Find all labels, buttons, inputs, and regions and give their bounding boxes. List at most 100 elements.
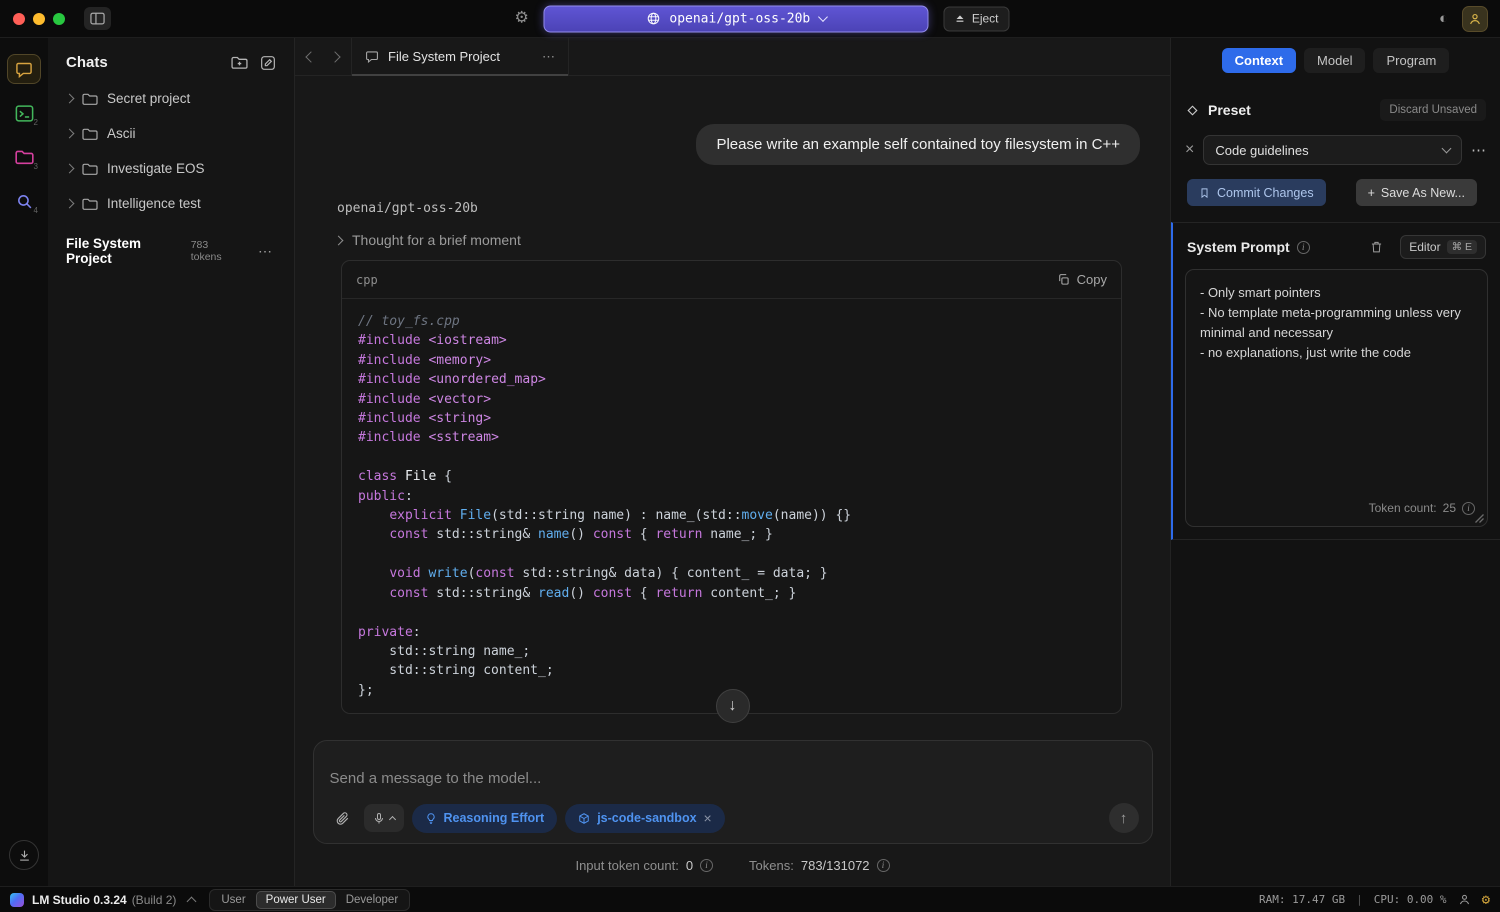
voice-input-button[interactable] bbox=[364, 804, 404, 832]
code-line: std::string name_; bbox=[358, 642, 1105, 661]
code-line: public: bbox=[358, 487, 1105, 506]
user-icon[interactable] bbox=[1458, 893, 1471, 906]
chat-tab-bar: File System Project bbox=[295, 38, 1170, 76]
toggle-sidebar-button[interactable] bbox=[84, 7, 111, 30]
app-version: LM Studio 0.3.24 bbox=[32, 893, 127, 907]
new-chat-button[interactable] bbox=[260, 55, 276, 71]
folder-plus-icon bbox=[231, 55, 248, 70]
downloads-button[interactable] bbox=[9, 840, 39, 870]
code-line: std::string content_; bbox=[358, 661, 1105, 680]
download-icon bbox=[18, 849, 31, 862]
conversation-area: Please write an example self contained t… bbox=[295, 76, 1170, 740]
inspector-sidebar: ContextModelProgram Preset Discard Unsav… bbox=[1170, 38, 1500, 886]
sidebar-chat-folder[interactable]: Ascii bbox=[60, 116, 282, 151]
clear-preset-button[interactable] bbox=[1185, 142, 1194, 158]
user-gear-icon bbox=[1468, 12, 1482, 26]
clear-system-prompt-button[interactable] bbox=[1370, 240, 1383, 254]
microphone-icon bbox=[373, 812, 385, 825]
history-back-button[interactable] bbox=[299, 38, 323, 75]
preset-more-button[interactable] bbox=[1471, 141, 1486, 159]
model-settings-gear-icon[interactable] bbox=[514, 11, 528, 27]
zoom-window-button[interactable] bbox=[53, 13, 65, 25]
history-forward-button[interactable] bbox=[323, 38, 347, 75]
settings-gear-icon[interactable] bbox=[1482, 893, 1490, 907]
plus-icon bbox=[1368, 186, 1375, 200]
system-prompt-editor[interactable]: - Only smart pointers- No template meta-… bbox=[1185, 269, 1488, 527]
chevron-right-icon bbox=[65, 94, 75, 104]
remove-plugin-button[interactable] bbox=[704, 810, 712, 826]
expand-status-button[interactable] bbox=[188, 895, 195, 905]
folder-name: Investigate EOS bbox=[107, 161, 205, 176]
minimize-window-button[interactable] bbox=[33, 13, 45, 25]
resize-handle[interactable] bbox=[1474, 513, 1484, 523]
commit-changes-button[interactable]: Commit Changes bbox=[1187, 179, 1326, 206]
copy-code-button[interactable]: Copy bbox=[1057, 272, 1107, 287]
code-line: #include <vector> bbox=[358, 390, 1105, 409]
cpu-usage: CPU: 0.00 % bbox=[1374, 893, 1447, 906]
message-input[interactable] bbox=[330, 754, 1139, 803]
shortcut-badge: 3 bbox=[34, 162, 38, 171]
save-as-new-button[interactable]: Save As New... bbox=[1356, 179, 1477, 206]
composer-zone: Reasoning Effort js-code-sandbox Input t… bbox=[295, 740, 1170, 886]
mode-developer[interactable]: Developer bbox=[336, 891, 408, 909]
mode-user[interactable]: User bbox=[211, 891, 255, 909]
user-settings-button[interactable] bbox=[1462, 6, 1488, 32]
plugin-js-code-sandbox-chip[interactable]: js-code-sandbox bbox=[565, 804, 725, 833]
status-bar: LM Studio 0.3.24 (Build 2) UserPower Use… bbox=[0, 886, 1500, 912]
chats-title: Chats bbox=[66, 54, 108, 71]
nav-discover-button[interactable]: 4 bbox=[7, 186, 41, 216]
new-chat-icon bbox=[260, 55, 276, 71]
code-line: #include <sstream> bbox=[358, 428, 1105, 447]
code-line: class File { bbox=[358, 467, 1105, 486]
new-folder-button[interactable] bbox=[231, 55, 248, 70]
info-icon[interactable] bbox=[700, 859, 713, 872]
chat-folder-list: Secret project Ascii Investigate EOS Int… bbox=[60, 81, 282, 221]
discard-unsaved-button[interactable]: Discard Unsaved bbox=[1380, 99, 1486, 121]
chat-more-button[interactable] bbox=[254, 243, 276, 260]
open-editor-button[interactable]: Editor ⌘ E bbox=[1400, 235, 1486, 259]
mode-power-user[interactable]: Power User bbox=[256, 891, 336, 909]
chevron-down-icon bbox=[1442, 144, 1452, 154]
send-message-button[interactable] bbox=[1109, 803, 1139, 833]
titlebar-right-actions bbox=[1439, 6, 1488, 32]
chat-item-selected[interactable]: File System Project 783 tokens bbox=[60, 227, 282, 275]
sidebar-chat-folder[interactable]: Secret project bbox=[60, 81, 282, 116]
folder-icon bbox=[82, 162, 98, 176]
code-line bbox=[358, 603, 1105, 622]
inspector-tab-model[interactable]: Model bbox=[1304, 48, 1365, 73]
trash-icon bbox=[1370, 240, 1383, 254]
lm-studio-logo bbox=[10, 893, 24, 907]
tab-more-button[interactable] bbox=[542, 49, 555, 65]
close-window-button[interactable] bbox=[13, 13, 25, 25]
inspector-tab-program[interactable]: Program bbox=[1373, 48, 1449, 73]
model-selector-button[interactable]: openai/gpt-oss-20b bbox=[544, 5, 929, 32]
prompt-token-count-value: 25 bbox=[1443, 499, 1456, 518]
chat-bubble-icon bbox=[365, 50, 379, 63]
nav-chat-button[interactable] bbox=[7, 54, 41, 84]
preset-dropdown[interactable]: Code guidelines bbox=[1203, 135, 1462, 165]
chat-main-panel: File System Project Please write an exam… bbox=[295, 38, 1170, 886]
thinking-disclosure[interactable]: Thought for a brief moment bbox=[335, 232, 521, 248]
sandbox-icon bbox=[578, 812, 590, 825]
theme-icon[interactable] bbox=[1439, 11, 1448, 26]
search-icon bbox=[16, 193, 33, 210]
eject-model-button[interactable]: Eject bbox=[944, 6, 1010, 31]
info-icon[interactable] bbox=[1297, 241, 1310, 254]
scroll-to-bottom-button[interactable] bbox=[716, 689, 750, 723]
folder-name: Intelligence test bbox=[107, 196, 201, 211]
nav-my-models-button[interactable]: 3 bbox=[7, 142, 41, 172]
sidebar-chat-folder[interactable]: Investigate EOS bbox=[60, 151, 282, 186]
system-prompt-title: System Prompt bbox=[1187, 239, 1290, 255]
title-bar: openai/gpt-oss-20b Eject bbox=[0, 0, 1500, 38]
user-message-bubble: Please write an example self contained t… bbox=[696, 124, 1140, 165]
inspector-tab-context[interactable]: Context bbox=[1222, 48, 1296, 73]
sidebar-chat-folder[interactable]: Intelligence test bbox=[60, 186, 282, 221]
nav-developer-button[interactable]: 2 bbox=[7, 98, 41, 128]
reasoning-effort-button[interactable]: Reasoning Effort bbox=[412, 804, 558, 833]
attach-file-button[interactable] bbox=[330, 804, 356, 832]
system-prompt-text: - Only smart pointers- No template meta-… bbox=[1200, 283, 1473, 364]
info-icon[interactable] bbox=[877, 859, 890, 872]
code-line: const std::string& name() const { return… bbox=[358, 525, 1105, 544]
chat-tab[interactable]: File System Project bbox=[351, 38, 569, 75]
code-language-label: cpp bbox=[356, 273, 378, 287]
